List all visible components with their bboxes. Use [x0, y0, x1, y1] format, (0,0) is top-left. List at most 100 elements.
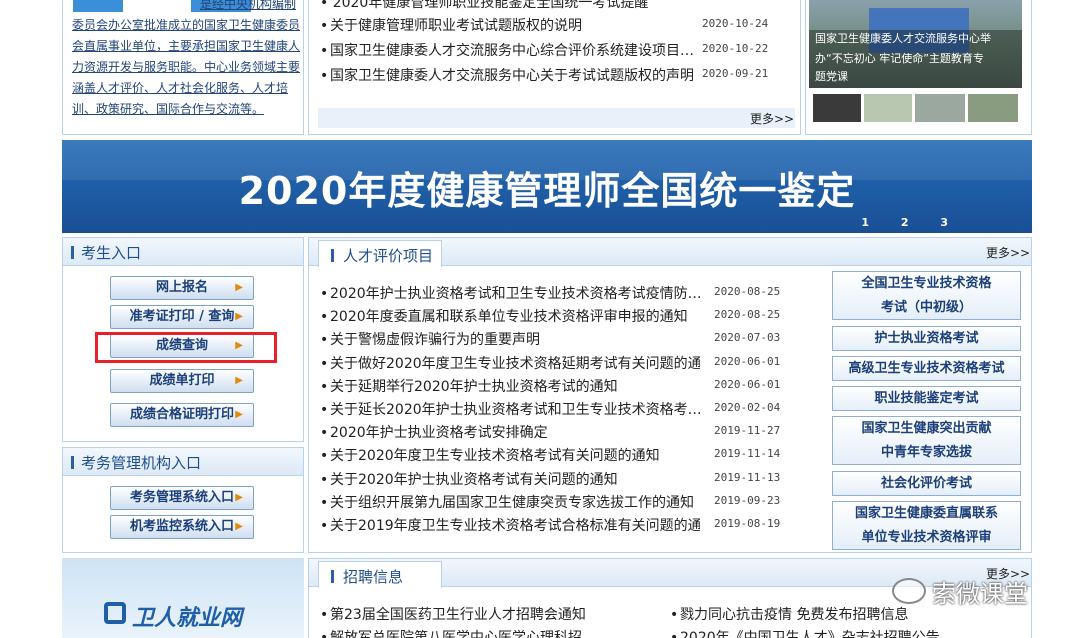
intro-image — [73, 0, 123, 12]
news-more-link[interactable]: 更多>> — [750, 110, 794, 127]
talent-eval-item-title: 关于组织开展第九届国家卫生健康突贡专家选拔工作的通知 — [330, 494, 694, 511]
news-date: 2020-09-21 — [702, 67, 769, 80]
exam-monitor-button[interactable]: 机考监控系统入口 ▶ — [110, 515, 254, 539]
talent-eval-date: 2020-06-01 — [714, 354, 781, 368]
expert-selection-button[interactable]: 国家卫生健康突出贡献 中青年专家选拔 — [832, 416, 1021, 465]
vocational-skill-exam-button[interactable]: 职业技能鉴定考试 — [832, 386, 1021, 411]
talent-eval-item-title: 关于警惕虚假诈骗行为的重要声明 — [330, 332, 540, 349]
talent-eval-item[interactable]: • 2020年度委直属和联系单位专业技术资格评审申报的通知 — [320, 306, 700, 328]
thumb-photo[interactable] — [968, 94, 1018, 122]
tab-recruit[interactable]: 招聘信息 — [318, 561, 442, 588]
bullet-icon: • — [320, 494, 329, 511]
side-button-label: 护士执业资格考试 — [874, 331, 979, 346]
talent-eval-item-title: 关于延期举行2020年护士执业资格考试的通知 — [330, 378, 618, 395]
arrow-icon: ▶ — [235, 311, 243, 322]
intro-line[interactable]: 会直属事业单位，主要承担国家卫生健康人 — [72, 36, 300, 57]
bullet-icon: • — [320, 518, 329, 534]
thumb-photo[interactable] — [864, 94, 912, 122]
talent-eval-date: 2019-08-19 — [714, 517, 781, 530]
online-signup-button[interactable]: 网上报名 ▶ — [110, 276, 254, 300]
thumb-photo[interactable] — [915, 94, 965, 122]
talent-eval-item-title: 2020年护士执业资格考试和卫生专业技术资格考试疫情防… — [330, 286, 700, 302]
photo-caption: 题党课 — [815, 70, 848, 83]
score-sheet-print-button[interactable]: 成绩单打印 ▶ — [110, 369, 254, 393]
social-evaluation-button[interactable]: 社会化评价考试 — [832, 471, 1021, 496]
partial-news-item: • 2020年健康管理师职业技能鉴定全国统一考试提醒 — [320, 0, 649, 11]
talent-eval-date: 2019-09-23 — [714, 493, 781, 507]
intro-panel: 是经中央机构编制 委员会办公室批准成立的国家卫生健康委员 会直属事业单位，主要承… — [62, 0, 304, 135]
nurse-license-exam-button[interactable]: 护士执业资格考试 — [832, 326, 1021, 351]
exam-admin-header: 考务管理机构入口 — [63, 448, 303, 476]
news-date: 2020-10-24 — [702, 17, 769, 30]
talent-eval-item[interactable]: • 关于延长2020年护士执业资格考试和卫生专业技术资格考… — [320, 399, 700, 421]
tab-talent-eval[interactable]: 人才评价项目 — [318, 240, 442, 267]
header-bar — [71, 246, 74, 259]
watermark: 索微课堂 — [892, 574, 1052, 610]
certificate-print-button[interactable]: 成绩合格证明打印 ▶ — [110, 403, 254, 427]
highlight-box — [95, 332, 277, 363]
side-button-label: 国家卫生健康委直属联系 — [854, 506, 998, 521]
talent-eval-date: 2019-11-13 — [714, 470, 781, 484]
talent-eval-item[interactable]: • 关于做好2020年度卫生专业技术资格延期考试有关问题的通知 — [320, 353, 700, 375]
photo-caption: 国家卫生健康委人才交流服务中心举 — [815, 32, 991, 45]
talent-eval-date: 2020-08-25 — [714, 308, 781, 322]
news-date: 2020-10-22 — [702, 42, 769, 55]
senior-health-tech-exam-button[interactable]: 高级卫生专业技术资格考试 — [832, 356, 1021, 381]
talent-eval-item[interactable]: • 关于2020年护士执业资格考试有关问题的通知 — [320, 469, 700, 491]
bullet-icon: • — [320, 471, 329, 488]
national-health-tech-exam-button[interactable]: 全国卫生专业技术资格 考试（中初级） — [832, 271, 1021, 320]
talent-eval-date: 2019-11-27 — [714, 424, 781, 438]
talent-eval-date: 2020-02-04 — [714, 401, 781, 414]
talent-eval-date: 2020-07-03 — [714, 331, 781, 345]
side-button-label: 高级卫生专业技术资格考试 — [848, 361, 1005, 376]
side-button-label: 全国卫生专业技术资格 — [861, 276, 992, 291]
photo-caption: 办“不忘初心 牢记使命”主题教育专 — [815, 52, 984, 65]
main-banner[interactable]: 2020年度健康管理师全国统一鉴定 1 2 3 — [62, 140, 1032, 233]
direct-unit-review-button[interactable]: 国家卫生健康委直属联系 单位专业技术资格评审 — [832, 501, 1021, 550]
weiren-ad[interactable]: 卫人就业网 — [62, 558, 304, 638]
arrow-icon: ▶ — [235, 282, 243, 293]
header-bar — [71, 456, 74, 469]
banner-pager[interactable]: 1 2 3 — [861, 216, 962, 229]
exam-management-button[interactable]: 考务管理系统入口 ▶ — [110, 486, 254, 510]
thumb-photo[interactable] — [813, 94, 861, 122]
tab-label: 人才评价项目 — [343, 247, 434, 265]
tab-label: 招聘信息 — [343, 568, 404, 586]
intro-line[interactable]: 力资源开发与服务职能。中心业务领域主要 — [72, 57, 300, 78]
recruit-item[interactable]: • 戮力同心抗击疫情 免费发布招聘信息 — [670, 604, 908, 624]
talent-eval-item[interactable]: • 关于2020年度卫生专业技术资格考试有关问题的通知 — [320, 445, 700, 467]
talent-eval-item[interactable]: • 关于延期举行2020年护士执业资格考试的通知 — [320, 376, 700, 398]
tab-bar — [331, 249, 334, 262]
talent-eval-item-title: 关于2020年护士执业资格考试有关问题的通知 — [330, 471, 618, 488]
tab-bar — [331, 570, 334, 583]
talent-eval-item[interactable]: • 关于2019年度卫生专业技术资格考试合格标准有关问题的通告 — [320, 515, 700, 537]
talent-eval-item-title: 2020年度委直属和联系单位专业技术资格评审申报的通知 — [330, 309, 688, 326]
arrow-icon: ▶ — [235, 375, 243, 386]
talent-eval-item[interactable]: • 2020年护士执业资格考试和卫生专业技术资格考试疫情防… — [320, 283, 700, 305]
side-button-label: 中青年专家选拔 — [880, 445, 972, 460]
talent-eval-more-link[interactable]: 更多>> — [986, 244, 1030, 261]
talent-eval-item-title: 关于2020年度卫生专业技术资格考试有关问题的通知 — [330, 448, 660, 465]
main-photo[interactable]: 国家卫生健康委人才交流服务中心举 办“不忘初心 牢记使命”主题教育专 题党课 — [809, 0, 1022, 88]
recruit-item[interactable]: • 解放军总医院第八医学中心医学心理科招… — [320, 627, 596, 638]
talent-eval-item-title: 关于2019年度卫生专业技术资格考试合格标准有关问题的通告 — [330, 518, 700, 534]
intro-line[interactable]: 训、政策研究、国际合作与交流等。 — [72, 99, 264, 120]
bullet-icon: • — [320, 378, 329, 395]
arrow-icon: ▶ — [235, 409, 243, 420]
candidate-entry-header: 考生入口 — [63, 238, 303, 266]
recruit-item[interactable]: • 第23届全国医药卫生行业人才招聘会通知 — [320, 604, 586, 624]
bullet-icon: • — [320, 448, 329, 465]
news-more-bar — [318, 108, 795, 128]
bullet-icon: • — [320, 332, 329, 349]
intro-line[interactable]: 涵盖人才评价、人才社会化服务、人才培 — [72, 78, 288, 99]
talent-eval-item[interactable]: • 关于警惕虚假诈骗行为的重要声明 — [320, 329, 700, 351]
talent-eval-item[interactable]: • 关于组织开展第九届国家卫生健康突贡专家选拔工作的通知 — [320, 492, 700, 514]
wechat-icon — [892, 578, 926, 604]
intro-line[interactable]: 委员会办公室批准成立的国家卫生健康委员 — [72, 15, 300, 36]
admission-ticket-button[interactable]: 准考证打印 / 查询 ▶ — [110, 305, 254, 329]
talent-eval-date: 2020-06-01 — [714, 377, 781, 391]
recruit-item[interactable]: • 2020年《中国卫生人才》杂志社招聘公告 — [670, 627, 940, 638]
talent-eval-item[interactable]: • 2020年护士执业资格考试安排确定 — [320, 422, 700, 444]
bullet-icon: • — [320, 355, 329, 372]
intro-line[interactable]: 是经中央机构编制 — [200, 0, 296, 15]
